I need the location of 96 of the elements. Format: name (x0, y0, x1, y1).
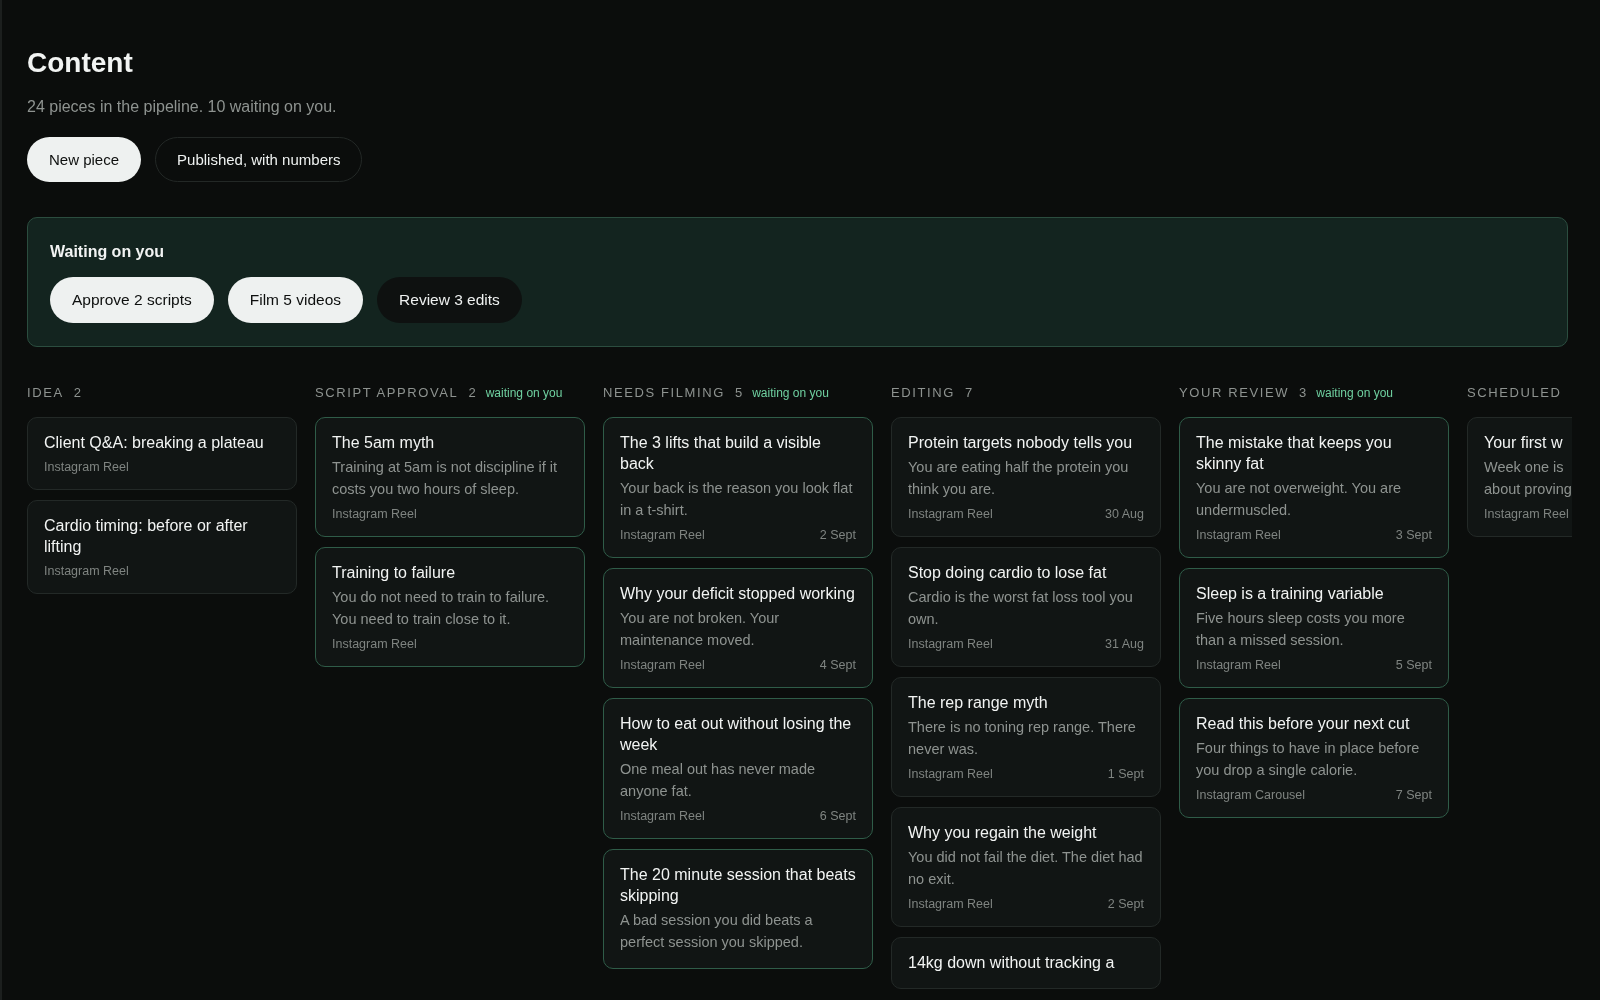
content-card[interactable]: Cardio timing: before or after lifting Instagram Reel (27, 500, 297, 594)
card-title: How to eat out without losing the week (620, 714, 853, 755)
task-button[interactable]: Review 3 edits (377, 277, 522, 323)
card-summary: Four things to have in place before you drop a single calorie. (1196, 739, 1421, 780)
card-summary: You are not broken. Your maintenance moved. (620, 609, 781, 650)
column-count: 5 (734, 385, 743, 400)
card-title: Stop doing cardio to lose fat (908, 563, 1108, 583)
card-format: Instagram Reel (1484, 507, 1569, 521)
content-card[interactable]: Your first w Week one is about proving Instagram Reel (1467, 417, 1572, 537)
content-card[interactable]: How to eat out without losing the week One meal out has never made anyone fat. Instagram Reel 6 Sept (603, 698, 873, 839)
content-card[interactable]: Client Q&A: breaking a plateau Instagram Reel (27, 417, 297, 490)
waiting-label: waiting on you (1316, 386, 1393, 400)
card-format: Instagram Reel (908, 767, 993, 781)
card-format: Instagram Reel (620, 809, 705, 823)
card-summary: You did not fail the diet. The diet had no exit. (908, 848, 1144, 889)
card-summary: There is no toning rep range. There never was. (908, 718, 1137, 759)
card-title: Sleep is a training variable (1196, 584, 1385, 604)
card-format: Instagram Reel (908, 637, 993, 651)
card-date: 2 Sept (1107, 897, 1144, 911)
card-summary: You do not need to train to failure. You need to train close to it. (332, 588, 551, 629)
card-format: Instagram Reel (620, 528, 705, 542)
column-title: NEEDS FILMING (603, 385, 725, 400)
column-title: EDITING (891, 385, 955, 400)
content-card[interactable]: Protein targets nobody tells you You are eating half the protein you think you are. Instagram Reel 30 Aug (891, 417, 1161, 537)
content-card[interactable]: Why you regain the weight You did not fail the diet. The diet had no exit. Instagram Reel 2 Sept (891, 807, 1161, 927)
card-date: 2 Sept (819, 528, 856, 542)
content-card[interactable]: 14kg down without tracking a (891, 937, 1161, 989)
content-card[interactable]: Stop doing cardio to lose fat Cardio is the worst fat loss tool you own. Instagram Reel 31 Aug (891, 547, 1161, 667)
card-summary: Your back is the reason you look flat in a t-shirt. (620, 479, 854, 520)
card-format: Instagram Reel (620, 658, 705, 672)
column-title: SCRIPT APPROVAL (315, 385, 459, 400)
card-format: Instagram Reel (908, 507, 993, 521)
content-card[interactable]: The 5am myth Training at 5am is not discipline if it costs you two hours of sleep. Instagram Reel (315, 417, 585, 537)
card-summary: about proving (1484, 480, 1572, 499)
content-card[interactable]: The rep range myth There is no toning rep range. There never was. Instagram Reel 1 Sept (891, 677, 1161, 797)
column-count: 2 (73, 385, 81, 400)
card-date: 30 Aug (1105, 507, 1144, 521)
card-title: Client Q&A: breaking a plateau (44, 433, 265, 453)
card-format: Instagram Reel (1196, 528, 1281, 542)
card-title: Your first w (1484, 433, 1564, 453)
card-format: Instagram Reel (1196, 658, 1281, 672)
content-card[interactable]: Training to failure You do not need to train to failure. You need to train close to it. Instagram Reel (315, 547, 585, 667)
card-title: Cardio timing: before or after lifting (44, 516, 249, 557)
card-format: Instagram Reel (908, 897, 993, 911)
card-date: 1 Sept (1107, 767, 1144, 781)
card-summary: Five hours sleep costs you more than a missed session. (1196, 609, 1406, 650)
card-summary: One meal out has never made anyone fat. (620, 760, 817, 801)
card-title: Read this before your next cut (1196, 714, 1411, 734)
waiting-label: waiting on you (485, 386, 563, 400)
card-summary: Week one is (1484, 458, 1565, 477)
content-card[interactable]: The 3 lifts that build a visible back Your back is the reason you look flat in a t-shirt. Instagram Reel 2 Sept (603, 417, 873, 558)
card-title: The mistake that keeps you skinny fat (1196, 433, 1393, 474)
card-format: Instagram Carousel (1196, 788, 1306, 802)
action-button[interactable]: Published, with numbers (155, 137, 363, 182)
card-title: 14kg down without tracking a (908, 953, 1116, 973)
column-title: YOUR REVIEW (1179, 385, 1290, 400)
content-card[interactable]: Why your deficit stopped working You are not broken. Your maintenance moved. Instagram Reel 4 Sept (603, 568, 873, 688)
waiting-label: waiting on you (752, 386, 829, 400)
card-date: 5 Sept (1395, 658, 1432, 672)
card-summary: You are not overweight. You are undermuscled. (1196, 479, 1403, 520)
column-title: IDEA (27, 385, 64, 400)
card-date: 3 Sept (1395, 528, 1432, 542)
card-format: Instagram Reel (44, 564, 129, 578)
card-title: Why your deficit stopped working (620, 584, 856, 604)
card-date: 6 Sept (819, 809, 856, 823)
column-title: SCHEDULED (1467, 385, 1562, 400)
column-count: 3 (1299, 385, 1307, 400)
card-format: Instagram Reel (44, 460, 129, 474)
content-card[interactable]: Read this before your next cut Four things to have in place before you drop a single calorie. Instagram Carousel 7 Sept (1179, 698, 1449, 818)
card-summary: Training at 5am is not discipline if it costs you two hours of sleep. (332, 458, 559, 499)
card-date: 4 Sept (819, 658, 856, 672)
card-format: Instagram Reel (332, 637, 417, 651)
task-button[interactable]: Approve 2 scripts (50, 277, 214, 323)
card-summary: A bad session you did beats a perfect session you skipped. (620, 911, 814, 952)
card-date: 31 Aug (1105, 637, 1144, 651)
page-subtitle: 24 pieces in the pipeline. 10 waiting on you. (27, 98, 338, 116)
card-title: The 5am myth (332, 433, 436, 453)
card-date: 7 Sept (1395, 788, 1432, 802)
card-summary: Cardio is the worst fat loss tool you own. (908, 588, 1134, 629)
card-title: The 3 lifts that build a visible back (620, 433, 822, 474)
content-card[interactable]: The 20 minute session that beats skipping A bad session you did beats a perfect session you skipped. (603, 849, 873, 969)
card-title: The 20 minute session that beats skipping (620, 865, 856, 906)
column-count: 2 (468, 385, 476, 400)
panel-title: Waiting on you (50, 243, 166, 261)
card-summary: You are eating half the protein you think you are. (908, 458, 1130, 499)
action-button[interactable]: New piece (27, 137, 142, 182)
content-card[interactable]: Sleep is a training variable Five hours sleep costs you more than a missed session. Instagram Reel 5 Sept (1179, 568, 1449, 688)
page-title: Content (27, 46, 134, 80)
content-card[interactable]: The mistake that keeps you skinny fat You are not overweight. You are undermuscled. Instagram Reel 3 Sept (1179, 417, 1449, 558)
card-title: The rep range myth (908, 693, 1049, 713)
card-title: Protein targets nobody tells you (908, 433, 1134, 453)
card-title: Training to failure (332, 563, 457, 583)
task-button[interactable]: Film 5 videos (227, 277, 364, 323)
card-title: Why you regain the weight (908, 823, 1098, 843)
column-count: 7 (964, 385, 973, 400)
card-format: Instagram Reel (332, 507, 417, 521)
